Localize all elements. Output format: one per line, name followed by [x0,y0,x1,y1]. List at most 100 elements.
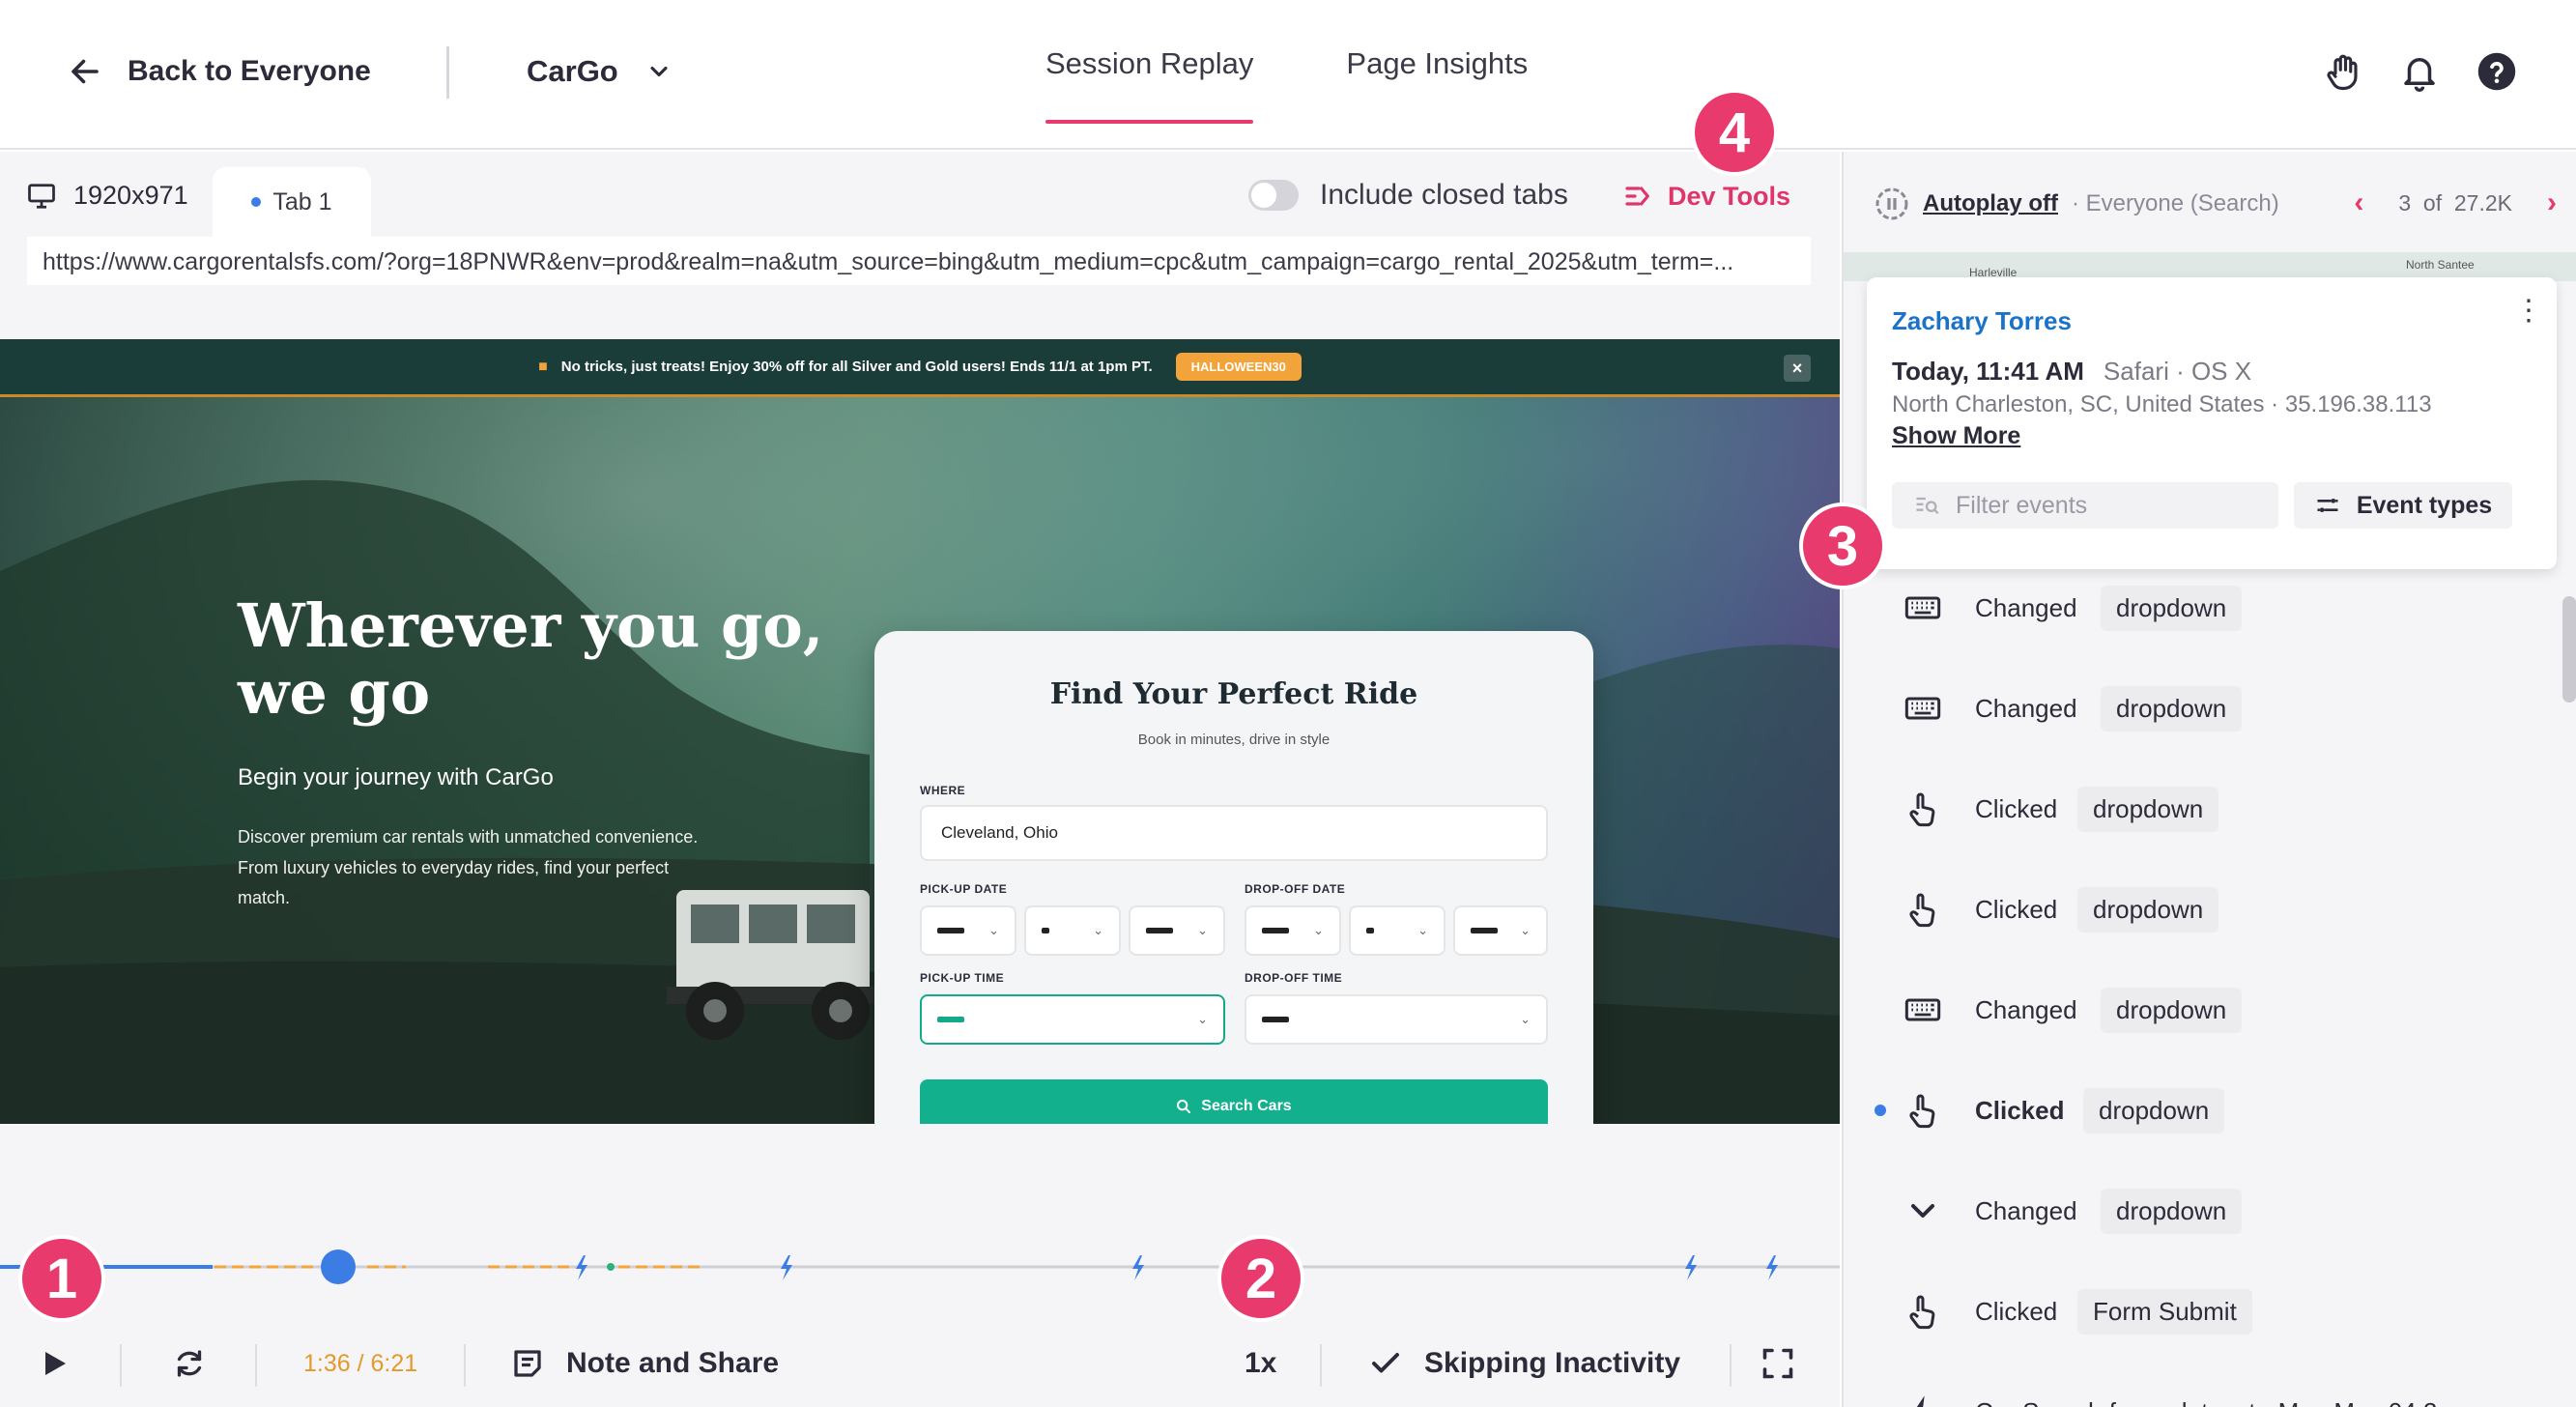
event-action: Clicked [1975,793,2058,823]
pointer-hand-icon [1902,788,1944,830]
search-cars-button[interactable]: Search Cars [920,1079,1548,1124]
event-action: Changed [1975,693,2077,723]
event-action: Changed [1975,994,2077,1024]
dropoff-month-select[interactable]: ⌄ [1245,905,1341,956]
dev-tools-button[interactable]: Dev Tools [1623,181,1790,212]
where-label: WHERE [920,784,966,797]
promo-code-badge[interactable]: HALLOWEEN30 [1175,353,1302,381]
show-more-link[interactable]: Show More [1892,422,2020,450]
play-button[interactable] [37,1325,72,1402]
close-icon[interactable]: × [1784,355,1811,382]
more-options-icon[interactable]: ⋮ [2514,297,2543,326]
replay-player: 1920x971 Tab 1 Include closed tabs Dev T… [0,152,1840,1407]
keyboard-icon [1902,989,1944,1031]
include-closed-tabs: Include closed tabs [1248,179,1568,212]
map-label: North Santee [2406,258,2475,272]
lightning-icon [1902,1391,1944,1407]
gift-icon: ■ [538,358,548,375]
note-and-share-label: Note and Share [566,1347,780,1379]
event-item[interactable]: Changed dropdown [1844,1172,2559,1249]
project-selector[interactable]: CarGo [527,48,673,95]
pause-circle-icon [1875,187,1908,220]
user-name-link[interactable]: Zachary Torres [1892,306,2072,336]
event-action: Clicked [1975,1296,2058,1326]
control-divider [464,1344,466,1387]
sliders-icon [2317,499,2338,512]
resolution-indicator: 1920x971 [27,181,188,211]
header-divider [446,46,449,99]
event-item[interactable]: Clicked Form Submit [1844,1273,2559,1350]
callout-badge-2: 2 [1217,1235,1304,1322]
player-controls: 1:36 / 6:21 Note and Share 1x Skipping I… [0,1325,1840,1402]
pickup-year-select[interactable]: ⌄ [1129,905,1225,956]
session-pager: ‹ 3 of 27.2K › [2354,187,2557,219]
pickup-day-select[interactable]: ⌄ [1024,905,1121,956]
filter-events-input[interactable]: Filter events [1892,482,2278,529]
help-icon[interactable] [2476,50,2518,93]
control-divider [120,1344,122,1387]
url-bar[interactable]: https://www.cargorentalsfs.com/?org=18PN… [27,237,1811,285]
header-icons [2321,50,2518,93]
include-closed-tabs-toggle[interactable] [1248,180,1299,211]
event-target-tag: dropdown [2083,1087,2225,1134]
control-divider [1320,1344,1322,1387]
event-item[interactable]: Changed dropdown [1844,971,2559,1048]
filter-events-placeholder: Filter events [1956,491,2088,519]
previous-session-button[interactable]: ‹ [2354,187,2363,219]
back-to-everyone-button[interactable]: Back to Everyone [68,48,371,95]
skip-inactivity-toggle[interactable]: Skipping Inactivity [1368,1325,1680,1402]
replay-icon [177,1350,202,1377]
event-target-tag: dropdown [2101,585,2243,631]
pickup-time-select[interactable]: ⌄ [920,994,1225,1045]
bell-icon[interactable] [2398,50,2441,93]
callout-badge-3: 3 [1799,502,1886,589]
event-item[interactable]: Clicked dropdown [1844,770,2559,847]
tab-page-insights[interactable]: Page Insights [1346,46,1528,124]
browser-tab-1[interactable]: Tab 1 [213,167,371,237]
replay-button[interactable] [172,1325,207,1402]
arrow-left-icon [72,59,99,84]
replay-timeline[interactable] [0,1248,1840,1306]
event-target-tag: dropdown [2101,1188,2243,1234]
next-session-button[interactable]: › [2547,187,2557,219]
event-target-tag: dropdown [2077,886,2219,933]
where-input[interactable]: Cleveland, Ohio [920,805,1548,861]
hero-description: Discover premium car rentals with unmatc… [238,827,699,907]
autoplay-toggle-link[interactable]: Autoplay off [1923,190,2058,217]
active-tab-dot [251,197,262,207]
dev-tools-icon [1625,187,1649,206]
booking-form: Find Your Perfect Ride Book in minutes, … [874,631,1593,1124]
pickup-date-label: PICK-UP DATE [920,882,1008,896]
promo-banner: ■ No tricks, just treats! Enjoy 30% off … [0,339,1840,397]
panel-toolbar: Autoplay off · Everyone (Search) ‹ 3 of … [1844,152,2576,252]
dropoff-time-select[interactable]: ⌄ [1245,994,1548,1045]
event-types-button[interactable]: Event types [2294,482,2512,529]
form-title: Find Your Perfect Ride [1049,677,1418,711]
current-event-dot [1875,1105,1886,1116]
event-item-current[interactable]: Clicked dropdown [1844,1072,2559,1149]
pointer-hand-icon [1902,888,1944,931]
top-header: Back to Everyone CarGo Session Replay Pa… [0,0,2576,150]
event-item[interactable]: Car Search from_date_str: Mon May 04 2..… [1844,1373,2559,1407]
dev-tools-label: Dev Tools [1668,181,1791,211]
chevron-down-icon [1902,1190,1944,1232]
note-and-share-button[interactable]: Note and Share [510,1325,779,1402]
event-item[interactable]: Changed dropdown [1844,670,2559,747]
playback-speed-button[interactable]: 1x [1245,1325,1276,1402]
pointer-hand-icon [1902,1089,1944,1132]
fullscreen-button[interactable] [1760,1325,1795,1402]
keyboard-icon [1902,687,1944,730]
event-item[interactable]: Changed dropdown [1844,569,2559,646]
dropoff-day-select[interactable]: ⌄ [1349,905,1445,956]
tab-session-replay[interactable]: Session Replay [1045,46,1254,124]
pickup-month-select[interactable]: ⌄ [920,905,1016,956]
callout-badge-4: 4 [1691,89,1778,176]
control-divider [255,1344,257,1387]
event-item[interactable]: Clicked dropdown [1844,871,2559,948]
user-details-card: Zachary Torres ⋮ Today, 11:41 AM Safari ·… [1867,277,2557,569]
event-list-scrollbar[interactable] [2562,596,2576,703]
resolution-text: 1920x971 [73,181,188,210]
note-icon [514,1350,541,1377]
dropoff-year-select[interactable]: ⌄ [1453,905,1548,956]
hand-icon[interactable] [2321,50,2363,93]
